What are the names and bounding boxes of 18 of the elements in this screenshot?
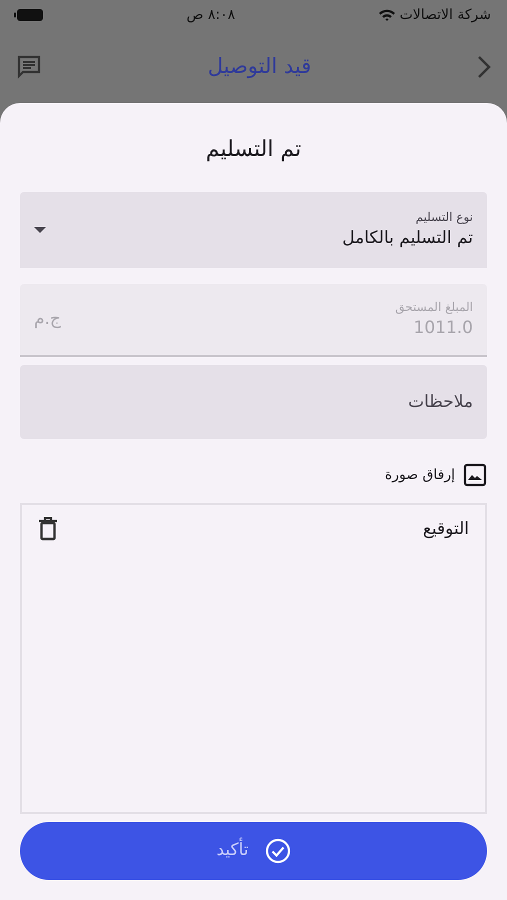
chat-icon[interactable] bbox=[16, 54, 42, 80]
wifi-icon bbox=[378, 8, 396, 22]
status-time: ٨:٠٨ ص bbox=[186, 6, 236, 24]
delete-icon[interactable] bbox=[38, 517, 58, 541]
confirm-button[interactable]: تأكيد bbox=[20, 822, 487, 880]
sheet-title: تم التسليم bbox=[204, 136, 302, 164]
battery-icon bbox=[14, 8, 44, 22]
notes-field[interactable]: ملاحظات bbox=[20, 365, 487, 439]
image-icon bbox=[463, 463, 487, 487]
check-circle-icon bbox=[264, 838, 291, 864]
dropdown-arrow-icon bbox=[34, 227, 46, 233]
carrier-name: شركة الاتصالات bbox=[400, 6, 491, 24]
delivery-type-dropdown[interactable]: نوع التسليم تم التسليم بالكامل bbox=[20, 192, 487, 268]
attach-photo-button[interactable]: إرفاق صورة bbox=[20, 463, 487, 487]
back-chevron-icon[interactable] bbox=[477, 54, 491, 78]
signature-pad[interactable]: التوقيع bbox=[20, 503, 487, 814]
signature-label: التوقيع bbox=[422, 518, 469, 541]
page-title: قيد التوصيل bbox=[208, 52, 312, 80]
